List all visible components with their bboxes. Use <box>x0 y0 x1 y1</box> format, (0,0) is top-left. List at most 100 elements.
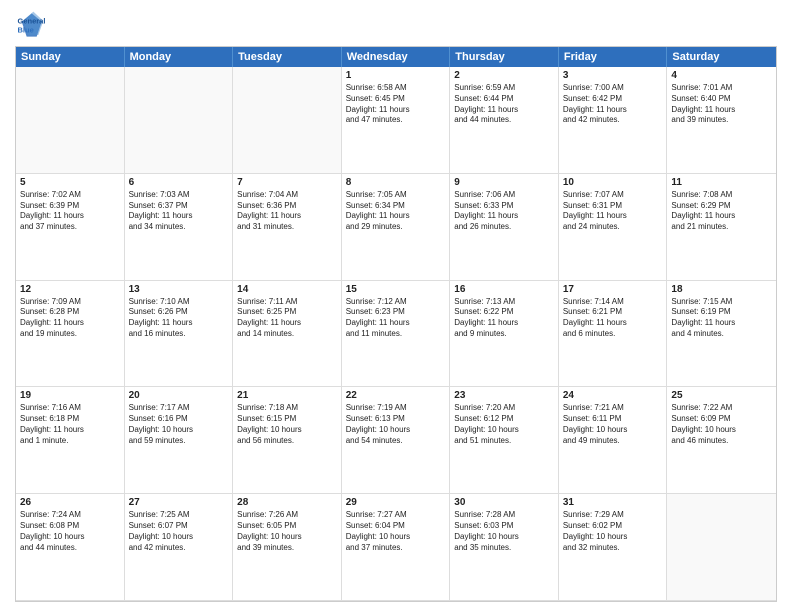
day-number: 19 <box>20 390 120 401</box>
calendar-day-27: 27Sunrise: 7:25 AM Sunset: 6:07 PM Dayli… <box>125 494 234 601</box>
calendar-empty-cell <box>667 494 776 601</box>
cal-header-cell: Tuesday <box>233 47 342 67</box>
day-info: Sunrise: 7:14 AM Sunset: 6:21 PM Dayligh… <box>563 297 663 340</box>
svg-text:Blue: Blue <box>18 26 34 35</box>
calendar-day-19: 19 Sunrise: 7:16 AM Sunset: 6:18 PM Dayli… <box>16 387 125 494</box>
calendar: SundayMondayTuesdayWednesdayThursdayFrid… <box>15 46 777 602</box>
svg-text:General: General <box>18 16 46 25</box>
calendar-day-3: 3Sunrise: 7:00 AM Sunset: 6:42 PM Daylig… <box>559 67 668 174</box>
day-number: 15 <box>346 284 446 295</box>
day-info: Sunrise: 7:11 AM Sunset: 6:25 PM Dayligh… <box>237 297 337 340</box>
calendar-day-20: 20 Sunrise: 7:17 AM Sunset: 6:16 PM Dayli… <box>125 387 234 494</box>
day-info: Sunrise: 7:03 AM Sunset: 6:37 PM Dayligh… <box>129 190 229 233</box>
cal-header-cell: Sunday <box>16 47 125 67</box>
cal-header-cell: Wednesday <box>342 47 451 67</box>
calendar-day-1: 1 Sunrise: 6:58 AM Sunset: 6:45 PM Daylig… <box>342 67 451 174</box>
calendar-day-22: 22Sunrise: 7:19 AM Sunset: 6:13 PM Dayli… <box>342 387 451 494</box>
day-info: Sunrise: 7:29 AM Sunset: 6:02 PM Dayligh… <box>563 510 663 553</box>
day-number: 30 <box>454 497 554 508</box>
day-info: Sunrise: 7:01 AM Sunset: 6:40 PM Dayligh… <box>671 83 772 126</box>
calendar-day-10: 10 Sunrise: 7:07 AM Sunset: 6:31 PM Dayli… <box>559 174 668 281</box>
day-number: 7 <box>237 177 337 188</box>
day-info: Sunrise: 7:13 AM Sunset: 6:22 PM Dayligh… <box>454 297 554 340</box>
calendar-day-4: 4 Sunrise: 7:01 AM Sunset: 6:40 PM Daylig… <box>667 67 776 174</box>
day-info: Sunrise: 7:07 AM Sunset: 6:31 PM Dayligh… <box>563 190 663 233</box>
cal-header-cell: Monday <box>125 47 234 67</box>
calendar-day-16: 16 Sunrise: 7:13 AM Sunset: 6:22 PM Dayli… <box>450 281 559 388</box>
day-info: Sunrise: 7:09 AM Sunset: 6:28 PM Dayligh… <box>20 297 120 340</box>
day-info: Sunrise: 7:00 AM Sunset: 6:42 PM Dayligh… <box>563 83 663 126</box>
day-number: 11 <box>671 177 772 188</box>
calendar-day-26: 26 Sunrise: 7:24 AM Sunset: 6:08 PM Dayli… <box>16 494 125 601</box>
day-info: Sunrise: 7:15 AM Sunset: 6:19 PM Dayligh… <box>671 297 772 340</box>
calendar-day-9: 9Sunrise: 7:06 AM Sunset: 6:33 PM Daylig… <box>450 174 559 281</box>
calendar-day-25: 25 Sunrise: 7:22 AM Sunset: 6:09 PM Dayli… <box>667 387 776 494</box>
day-info: Sunrise: 7:12 AM Sunset: 6:23 PM Dayligh… <box>346 297 446 340</box>
day-number: 24 <box>563 390 663 401</box>
calendar-day-8: 8 Sunrise: 7:05 AM Sunset: 6:34 PM Daylig… <box>342 174 451 281</box>
cal-header-cell: Saturday <box>667 47 776 67</box>
day-info: Sunrise: 7:22 AM Sunset: 6:09 PM Dayligh… <box>671 403 772 446</box>
day-number: 29 <box>346 497 446 508</box>
day-number: 14 <box>237 284 337 295</box>
day-number: 26 <box>20 497 120 508</box>
calendar-day-13: 13 Sunrise: 7:10 AM Sunset: 6:26 PM Dayli… <box>125 281 234 388</box>
day-info: Sunrise: 7:27 AM Sunset: 6:04 PM Dayligh… <box>346 510 446 553</box>
day-number: 1 <box>346 70 446 81</box>
calendar-day-28: 28 Sunrise: 7:26 AM Sunset: 6:05 PM Dayli… <box>233 494 342 601</box>
logo-icon: General Blue <box>15 10 45 40</box>
calendar-day-31: 31 Sunrise: 7:29 AM Sunset: 6:02 PM Dayli… <box>559 494 668 601</box>
calendar-day-12: 12 Sunrise: 7:09 AM Sunset: 6:28 PM Dayli… <box>16 281 125 388</box>
calendar-empty-cell <box>125 67 234 174</box>
cal-header-cell: Friday <box>559 47 668 67</box>
calendar-empty-cell <box>16 67 125 174</box>
day-info: Sunrise: 7:10 AM Sunset: 6:26 PM Dayligh… <box>129 297 229 340</box>
day-number: 12 <box>20 284 120 295</box>
day-info: Sunrise: 7:05 AM Sunset: 6:34 PM Dayligh… <box>346 190 446 233</box>
day-number: 21 <box>237 390 337 401</box>
day-info: Sunrise: 7:16 AM Sunset: 6:18 PM Dayligh… <box>20 403 120 446</box>
day-number: 18 <box>671 284 772 295</box>
calendar-day-7: 7 Sunrise: 7:04 AM Sunset: 6:36 PM Daylig… <box>233 174 342 281</box>
day-number: 31 <box>563 497 663 508</box>
day-number: 6 <box>129 177 229 188</box>
calendar-empty-cell <box>233 67 342 174</box>
day-number: 25 <box>671 390 772 401</box>
day-info: Sunrise: 7:24 AM Sunset: 6:08 PM Dayligh… <box>20 510 120 553</box>
day-number: 20 <box>129 390 229 401</box>
day-number: 10 <box>563 177 663 188</box>
day-number: 8 <box>346 177 446 188</box>
calendar-body: 1 Sunrise: 6:58 AM Sunset: 6:45 PM Daylig… <box>16 67 776 601</box>
day-info: Sunrise: 6:58 AM Sunset: 6:45 PM Dayligh… <box>346 83 446 126</box>
calendar-day-17: 17 Sunrise: 7:14 AM Sunset: 6:21 PM Dayli… <box>559 281 668 388</box>
day-info: Sunrise: 7:06 AM Sunset: 6:33 PM Dayligh… <box>454 190 554 233</box>
page: General Blue SundayMondayTuesdayWednesda… <box>0 0 792 612</box>
day-number: 4 <box>671 70 772 81</box>
day-info: Sunrise: 7:25 AM Sunset: 6:07 PM Dayligh… <box>129 510 229 553</box>
cal-header-cell: Thursday <box>450 47 559 67</box>
day-number: 28 <box>237 497 337 508</box>
day-info: Sunrise: 7:02 AM Sunset: 6:39 PM Dayligh… <box>20 190 120 233</box>
day-info: Sunrise: 7:04 AM Sunset: 6:36 PM Dayligh… <box>237 190 337 233</box>
day-info: Sunrise: 6:59 AM Sunset: 6:44 PM Dayligh… <box>454 83 554 126</box>
calendar-day-6: 6 Sunrise: 7:03 AM Sunset: 6:37 PM Daylig… <box>125 174 234 281</box>
day-number: 16 <box>454 284 554 295</box>
calendar-day-2: 2 Sunrise: 6:59 AM Sunset: 6:44 PM Daylig… <box>450 67 559 174</box>
day-info: Sunrise: 7:26 AM Sunset: 6:05 PM Dayligh… <box>237 510 337 553</box>
calendar-day-24: 24 Sunrise: 7:21 AM Sunset: 6:11 PM Dayli… <box>559 387 668 494</box>
day-info: Sunrise: 7:21 AM Sunset: 6:11 PM Dayligh… <box>563 403 663 446</box>
day-number: 23 <box>454 390 554 401</box>
calendar-day-15: 15 Sunrise: 7:12 AM Sunset: 6:23 PM Dayli… <box>342 281 451 388</box>
calendar-day-14: 14 Sunrise: 7:11 AM Sunset: 6:25 PM Dayli… <box>233 281 342 388</box>
day-info: Sunrise: 7:18 AM Sunset: 6:15 PM Dayligh… <box>237 403 337 446</box>
day-info: Sunrise: 7:20 AM Sunset: 6:12 PM Dayligh… <box>454 403 554 446</box>
day-number: 17 <box>563 284 663 295</box>
day-number: 2 <box>454 70 554 81</box>
day-number: 13 <box>129 284 229 295</box>
day-info: Sunrise: 7:28 AM Sunset: 6:03 PM Dayligh… <box>454 510 554 553</box>
logo: General Blue <box>15 10 49 40</box>
day-info: Sunrise: 7:17 AM Sunset: 6:16 PM Dayligh… <box>129 403 229 446</box>
calendar-header: SundayMondayTuesdayWednesdayThursdayFrid… <box>16 47 776 67</box>
calendar-day-5: 5Sunrise: 7:02 AM Sunset: 6:39 PM Daylig… <box>16 174 125 281</box>
header: General Blue <box>15 10 777 40</box>
